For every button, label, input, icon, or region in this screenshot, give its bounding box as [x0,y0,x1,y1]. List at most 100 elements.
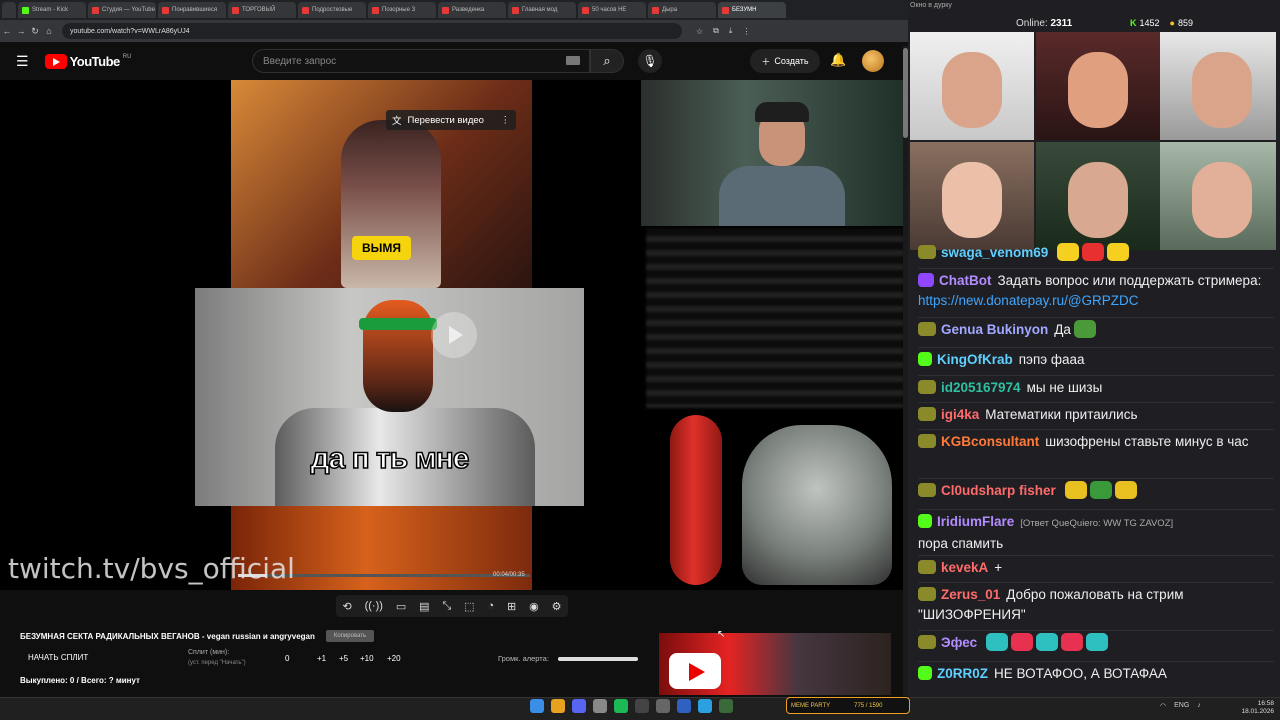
emote-icon [1036,633,1059,651]
start-split-button[interactable]: НАЧАТЬ СПЛИТ [28,653,88,662]
language-indicator[interactable]: ENG [1174,702,1189,710]
app-icon[interactable] [677,699,691,713]
split-step-5[interactable]: +5 [339,654,348,663]
resize-icon[interactable]: ⤡ [442,600,451,613]
chat-reply-ref[interactable]: [Ответ QueQuiero: WW TG ZAVOZ] [1020,518,1173,529]
obs-icon[interactable] [635,699,649,713]
camera-icon[interactable]: ◉ [529,600,539,613]
search-button[interactable]: ⌕ [590,49,624,73]
play-overlay-icon[interactable] [431,312,477,358]
more-icon[interactable]: ⋮ [501,115,511,126]
avatar[interactable] [862,50,884,72]
meme-party-widget[interactable]: MEME PARTY 775 / 1590 [786,697,910,714]
browser-tab[interactable]: Студия — YouTube [88,2,156,18]
chat-separator [918,347,1274,348]
chat-username[interactable]: id205167974 [941,380,1021,395]
browser-tab[interactable]: Понравившиеся [158,2,226,18]
volume-icon[interactable]: ♪ [1197,702,1201,710]
create-button[interactable]: ＋ Создать [750,49,820,73]
back-icon[interactable]: ← [0,26,14,36]
tab-label: Главная мод [522,7,558,13]
clock[interactable]: 16:58 18.01.2026 [1241,700,1274,716]
chat-username[interactable]: Zerus_01 [941,587,1000,602]
kick-icon: K [1130,18,1137,28]
search-input[interactable]: Введите запрос [252,49,590,73]
spotify-icon[interactable] [614,699,628,713]
discord-icon[interactable] [572,699,586,713]
reload-icon[interactable]: ↻ [28,26,42,37]
youtube-favicon-icon [232,6,239,14]
chat-username[interactable]: KingOfKrab [937,352,1013,367]
recommended-thumbnail[interactable] [659,633,891,695]
menu-burger-icon[interactable]: ☰ [16,53,29,70]
telegram-icon[interactable] [698,699,712,713]
chat-username[interactable]: swaga_venom69 [941,245,1048,260]
video-title: БЕЗУМНАЯ СЕКТА РАДИКАЛЬНЫХ ВЕГАНОВ - veg… [20,632,315,641]
app-icon[interactable] [719,699,733,713]
browser-tab[interactable]: ТОРГОВЫЙ [228,2,296,18]
crop-icon[interactable]: ⬚ [464,600,474,613]
wifi-icon[interactable]: ◠ [1160,702,1166,710]
chat-username[interactable]: ChatBot [939,273,992,288]
split-step-10[interactable]: +10 [360,654,374,663]
youtube-favicon-icon [92,6,99,14]
chrome-icon[interactable] [551,699,565,713]
chat-username[interactable]: Эфес [941,635,977,650]
copy-button[interactable]: Копировать [326,630,374,642]
clock-date: 18.01.2026 [1241,708,1274,715]
bookmark-icon[interactable]: ☆ [696,27,703,36]
sub-badge-icon [918,560,936,574]
chat-link[interactable]: https://new.donatepay.ru/@GRPZDC [918,293,1139,308]
film-icon[interactable]: ▤ [419,600,429,613]
loop-icon[interactable]: ⟲ [342,600,351,613]
browser-tab[interactable]: Разведенка [438,2,506,18]
browser-tab[interactable]: Позорные З [368,2,436,18]
split-step-1[interactable]: +1 [317,654,326,663]
split-step-20[interactable]: +20 [387,654,401,663]
chat-message: ChatBot Задать вопрос или поддержать стри… [918,271,1274,311]
youtube-logo[interactable]: YouTube RU [44,53,131,69]
chat-username[interactable]: KGBconsultant [941,434,1039,449]
chat-username[interactable]: Cl0udsharp fisher [941,483,1056,498]
gear-icon[interactable]: ⚙ [552,600,562,613]
chat-separator [918,402,1274,403]
menu-icon[interactable]: ⋮ [742,27,750,36]
forward-icon[interactable]: → [14,26,28,36]
speed-icon[interactable]: ◔ [487,600,494,612]
url-field[interactable]: youtube.com/watch?v=WWLrA86yUJ4 [62,23,682,39]
alert-volume-slider[interactable] [558,657,638,661]
bell-icon[interactable]: 🔔 [830,52,846,68]
chat-username[interactable]: Genua Bukinyon [941,322,1048,337]
download-icon[interactable]: ⤓ [729,26,733,36]
steam-icon[interactable] [593,699,607,713]
emote-icon [1011,633,1034,651]
browser-tab[interactable]: Главная мод [508,2,576,18]
translate-video-button[interactable]: 文 Перевести видео ⋮ [386,110,516,130]
emote-icon [1114,481,1137,499]
pip-icon[interactable]: ▭ [396,600,406,613]
browser-tab[interactable]: 50 часов НЕ [578,2,646,18]
chat-username[interactable]: Z0RR0Z [937,666,988,681]
keyboard-icon[interactable] [566,56,580,65]
youtube-favicon-icon [652,6,659,14]
browser-tab[interactable]: Stream - Kick [18,2,86,18]
chat-message: Genua Bukinyon Да [918,320,1274,340]
browser-tab[interactable]: БЕЗУМН [718,2,786,18]
start-icon[interactable] [530,699,544,713]
chat-message: kevekA + [918,558,1274,578]
app-icon[interactable] [656,699,670,713]
bought-status: Выкуплено: 0 / Всего: ? минут [20,676,140,685]
chat-username[interactable]: igi4ka [941,407,979,422]
mic-button[interactable]: 🎙 [638,49,662,73]
extensions-icon[interactable]: ⧉ [713,26,719,36]
split-value[interactable]: 0 [285,654,289,663]
home-icon[interactable]: ⌂ [42,26,56,36]
tab-search-icon[interactable] [2,2,16,18]
add-icon[interactable]: ⊞ [507,600,516,613]
chat-username[interactable]: IridiumFlare [937,514,1014,529]
chat-username[interactable]: kevekA [941,560,988,575]
broadcast-icon[interactable]: ((·)) [365,600,383,612]
browser-tab[interactable]: Дыра [648,2,716,18]
browser-tab[interactable]: Подростковые [298,2,366,18]
sub-badge-icon [918,322,936,336]
